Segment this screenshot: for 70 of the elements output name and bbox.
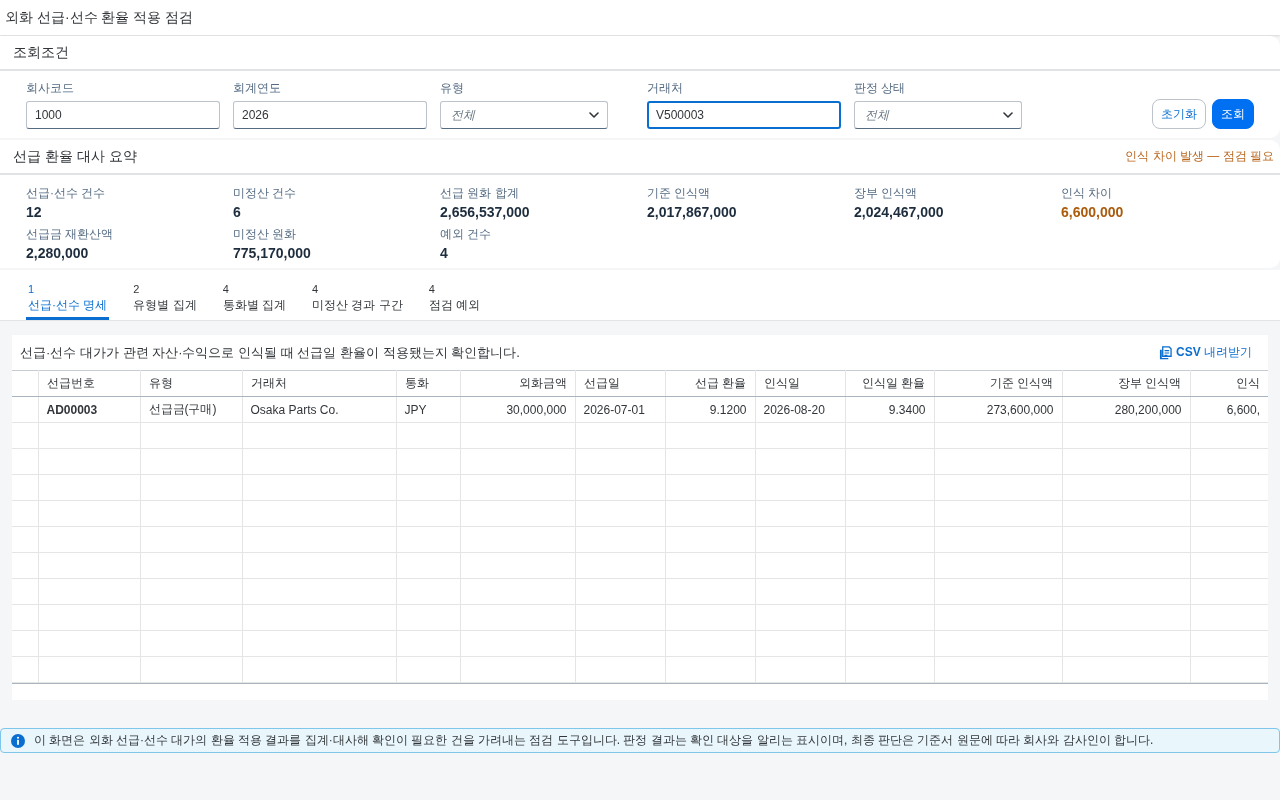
table-cell: 273,600,000 (934, 396, 1062, 423)
reset-button[interactable]: 초기화 (1152, 99, 1206, 129)
metric-value: 2,280,000 (26, 244, 90, 263)
tab[interactable]: 4 미정산 경과 구간 (310, 270, 405, 320)
text-field[interactable]: V500003 (647, 101, 841, 129)
field-label: 유형 (440, 80, 465, 97)
status-text: 인식 차이 발생 — 점검 필요 (1125, 148, 1274, 165)
info-icon (11, 733, 25, 748)
table-cell: AD00003 (38, 396, 140, 423)
table-cell: 280,200,000 (1062, 396, 1190, 423)
tab[interactable]: 2 유형별 집계 (131, 270, 199, 320)
table-cell: 2026-07-01 (575, 396, 665, 423)
document-icon (1158, 345, 1172, 360)
tab[interactable]: 1 선급·선수 명세 (26, 270, 110, 320)
metric-label: 선급·선수 건수 (26, 185, 107, 202)
column-header[interactable]: 유형 (140, 370, 242, 397)
metric-value: 6,600,000 (1061, 203, 1125, 222)
table-cell: 9.3400 (845, 396, 934, 423)
table-cell: 30,000,000 (460, 396, 575, 423)
tab[interactable]: 4 통화별 집계 (220, 270, 289, 320)
tab[interactable]: 4 점검 예외 (426, 270, 483, 320)
metric-value: 6 (233, 203, 242, 222)
page-title: 외화 선급·선수 환율 적용 점검 (5, 8, 194, 27)
metric-value: 4 (440, 244, 449, 263)
table-cell: 2026-08-20 (755, 396, 845, 423)
column-header[interactable]: 선급일 (575, 370, 665, 397)
field-label: 회계연도 (233, 80, 282, 97)
metric-value: 2,017,867,000 (647, 203, 738, 222)
text-field[interactable]: 1000 (26, 101, 220, 129)
metric-label: 미정산 원화 (233, 226, 298, 243)
table-cell: 6,600, (1190, 396, 1268, 423)
table-cell: Osaka Parts Co. (242, 396, 396, 423)
metric-label: 미정산 건수 (233, 185, 298, 202)
metric-label: 인식 차이 (1061, 185, 1114, 202)
column-header[interactable]: 기준 인식액 (934, 370, 1062, 397)
column-header[interactable]: 외화금액 (460, 370, 575, 397)
field-label: 판정 상태 (854, 80, 907, 97)
csv-download-button[interactable]: CSV 내려받기 (1156, 342, 1254, 363)
metric-label: 선급금 재환산액 (26, 226, 115, 243)
dropdown-field[interactable]: 전체 (440, 101, 608, 129)
dropdown-field[interactable]: 전체 (854, 101, 1022, 129)
column-header[interactable]: 인식일 환율 (845, 370, 934, 397)
metric-value: 2,656,537,000 (440, 203, 531, 222)
field-label: 거래처 (647, 80, 684, 97)
description-text: 선급·선수 대가가 관련 자산·수익으로 인식될 때 선급일 환율이 적용됐는지 확인합니다. (20, 343, 520, 362)
column-header[interactable]: 장부 인식액 (1062, 370, 1190, 397)
column-header[interactable]: 선급번호 (38, 370, 140, 397)
search-button[interactable]: 조회 (1212, 99, 1254, 129)
panel-title: 선급 환율 대사 요약 (13, 147, 137, 166)
column-header[interactable]: 거래처 (242, 370, 396, 397)
table-cell: 9.1200 (665, 396, 755, 423)
metric-label: 선급 원화 합계 (440, 185, 520, 202)
metric-value: 2,024,467,000 (854, 203, 945, 222)
metric-label: 예외 건수 (440, 226, 493, 243)
chevron-down-icon (1003, 112, 1013, 118)
column-header[interactable]: 인식일 (755, 370, 845, 397)
column-header[interactable]: 통화 (396, 370, 460, 397)
text-field[interactable]: 2026 (233, 101, 427, 129)
field-label: 회사코드 (26, 80, 75, 97)
column-header[interactable]: 인식 (1190, 370, 1268, 397)
chevron-down-icon (589, 112, 599, 118)
table-cell: JPY (396, 396, 460, 423)
metric-value: 12 (26, 203, 43, 222)
table-cell: 선급금(구매) (140, 396, 242, 423)
metric-value: 775,170,000 (233, 244, 312, 263)
info-text: 이 화면은 외화 선급·선수 대가의 환율 적용 결과를 집계·대사해 확인이 필요한 건을 가려내는 점검 도구입니다. 판정 결과는 확인 대상을 알리는 표시이며, 최종 판단은 기준서 원문에 따라 회사와 감사인이 합니다. (34, 732, 1154, 749)
metric-label: 기준 인식액 (647, 185, 712, 202)
metric-label: 장부 인식액 (854, 185, 919, 202)
panel-title: 조회조건 (13, 43, 69, 62)
column-header[interactable]: 선급 환율 (665, 370, 755, 397)
